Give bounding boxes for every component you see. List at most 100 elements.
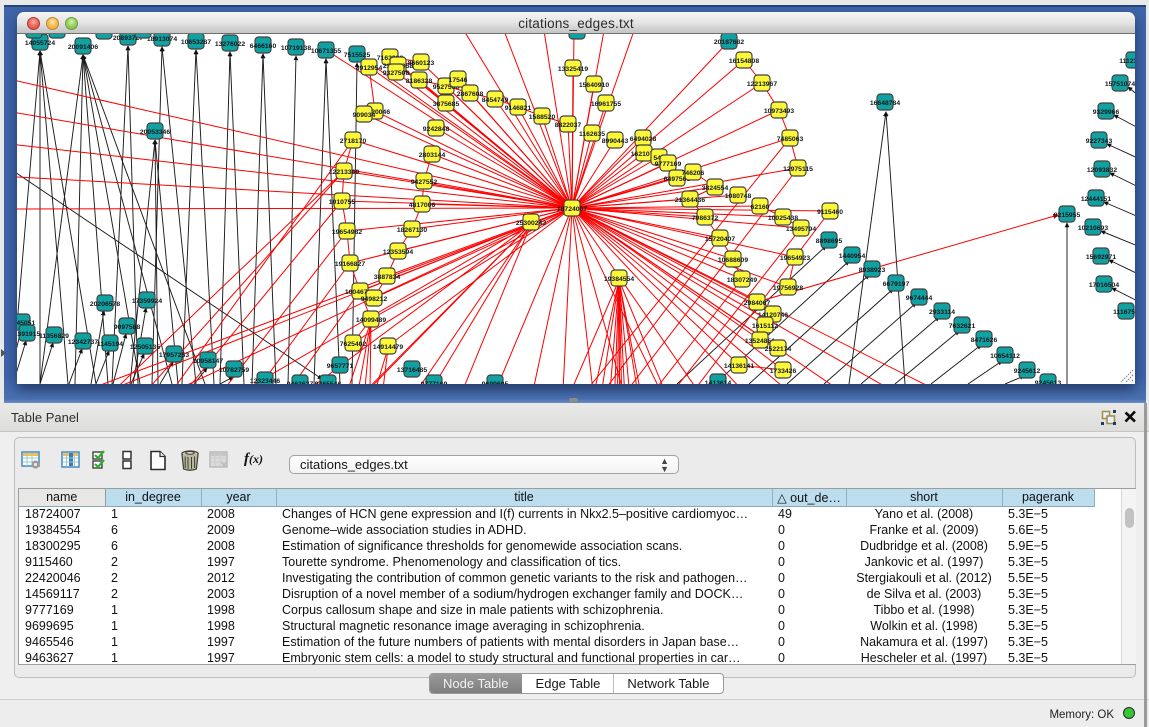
svg-text:62160: 62160 [751,204,770,211]
svg-text:20053346: 20053346 [140,129,170,136]
svg-text:12093832: 12093832 [1087,167,1117,174]
svg-text:9498212: 9498212 [361,296,388,303]
svg-text:1162635: 1162635 [579,131,605,138]
svg-text:12213967: 12213967 [747,81,777,88]
svg-text:10782759: 10782759 [219,367,249,374]
svg-text:9777169: 9777169 [655,161,682,168]
svg-text:1145194: 1145194 [97,341,123,348]
svg-text:19384554: 19384554 [604,276,634,283]
svg-text:7632621: 7632621 [949,323,976,330]
svg-text:9245612: 9245612 [1014,368,1041,375]
svg-text:10688609: 10688609 [718,257,748,264]
svg-text:12505135: 12505135 [130,344,160,351]
svg-text:1391915: 1391915 [17,331,40,338]
svg-text:9146821: 9146821 [505,105,532,112]
svg-text:25300243: 25300243 [516,220,546,227]
svg-text:14099489: 14099489 [356,317,386,324]
svg-text:12213369: 12213369 [329,169,359,176]
svg-text:1615112: 1615112 [752,323,778,330]
svg-text:21364436: 21364436 [675,197,705,204]
svg-text:7515525: 7515525 [344,52,371,59]
svg-text:10653287: 10653287 [181,39,211,46]
svg-text:20091406: 20091406 [68,44,98,51]
svg-text:2718170: 2718170 [340,138,367,145]
svg-text:9465546: 9465546 [315,381,342,384]
svg-text:15692971: 15692971 [1086,254,1116,261]
svg-text:10671355: 10671355 [311,48,341,55]
svg-text:909034: 909034 [353,112,376,119]
svg-text:6466160: 6466160 [250,43,277,50]
svg-text:8938923: 8938923 [859,267,886,274]
svg-text:7625402: 7625402 [340,341,367,348]
svg-text:17546: 17546 [449,77,468,84]
svg-text:10719138: 10719138 [281,45,311,52]
svg-text:8898695: 8898695 [816,238,843,245]
svg-text:9777169: 9777169 [421,381,448,384]
svg-text:3887834: 3887834 [374,274,401,281]
svg-text:4817006: 4817006 [409,202,436,209]
svg-text:16961755: 16961755 [591,101,621,108]
svg-text:10654112: 10654112 [990,353,1020,360]
svg-text:9227343: 9227343 [1086,138,1113,145]
svg-text:1080748: 1080748 [725,193,752,200]
svg-text:2522174: 2522174 [765,346,792,353]
svg-text:9329966: 9329966 [1093,109,1120,116]
svg-text:14914479: 14914479 [373,344,403,351]
svg-text:14055724: 14055724 [25,40,55,47]
svg-text:15640910: 15640910 [579,82,609,89]
svg-text:9327508: 9327508 [383,70,410,77]
svg-text:1116753: 1116753 [1113,309,1135,316]
svg-text:9097588: 9097588 [114,324,141,331]
svg-text:3824554: 3824554 [702,185,729,192]
svg-text:8186328: 8186328 [406,78,433,85]
svg-text:18267130: 18267130 [397,227,427,234]
svg-text:9699695: 9699695 [482,381,509,384]
svg-text:17957253: 17957253 [159,352,189,359]
svg-text:16648784: 16648784 [870,100,900,107]
svg-text:12353594: 12353594 [383,249,413,256]
svg-text:12444151: 12444151 [1081,196,1111,203]
svg-text:13716485: 13716485 [397,367,427,374]
svg-text:9463627: 9463627 [287,381,314,384]
svg-text:6494028: 6494028 [630,136,657,143]
svg-text:9674444: 9674444 [906,295,933,302]
svg-text:20187682: 20187682 [714,39,744,46]
svg-text:17016504: 17016504 [1089,282,1119,289]
svg-text:18724007: 18724007 [557,206,587,213]
svg-text:19654923: 19654923 [780,255,810,262]
svg-text:19166827: 19166827 [335,261,365,268]
svg-text:9242848: 9242848 [423,126,450,133]
svg-text:10210693: 10210693 [1078,225,1108,232]
svg-text:1588520: 1588520 [529,114,556,121]
svg-text:746206: 746206 [682,170,705,177]
svg-text:14136141: 14136141 [724,363,754,370]
svg-text:8471626: 8471626 [971,337,998,344]
svg-text:1440954: 1440954 [839,253,866,260]
svg-text:12342737: 12342737 [68,339,98,346]
svg-text:9115460: 9115460 [817,209,843,216]
svg-text:8990443: 8990443 [602,138,629,145]
svg-text:13276022: 13276022 [215,41,245,48]
svg-text:6679197: 6679197 [883,281,910,288]
svg-text:15720407: 15720407 [705,236,735,243]
svg-text:10973493: 10973493 [764,108,794,115]
svg-text:9245613: 9245613 [1035,380,1062,384]
svg-text:13325419: 13325419 [558,66,588,73]
svg-text:8215955: 8215955 [1054,212,1081,219]
svg-text:12323446: 12323446 [250,378,280,384]
svg-text:8912954: 8912954 [356,65,383,72]
svg-text:19654982: 19654982 [332,229,362,236]
svg-text:15751074: 15751074 [1105,81,1135,88]
svg-text:16154808: 16154808 [729,58,759,65]
svg-text:13495794: 13495794 [786,226,816,233]
svg-text:11356829: 11356829 [39,333,69,340]
svg-text:1379225: 1379225 [564,34,591,36]
svg-text:8454749: 8454749 [482,97,509,104]
svg-text:1733426: 1733426 [770,368,797,375]
svg-text:8822037: 8822037 [555,122,582,129]
svg-text:18307249: 18307249 [727,277,757,284]
svg-text:2867608: 2867608 [457,91,484,98]
svg-text:1010755: 1010755 [329,199,356,206]
svg-text:1413614: 1413614 [705,380,732,384]
svg-text:3875685: 3875685 [433,101,460,108]
